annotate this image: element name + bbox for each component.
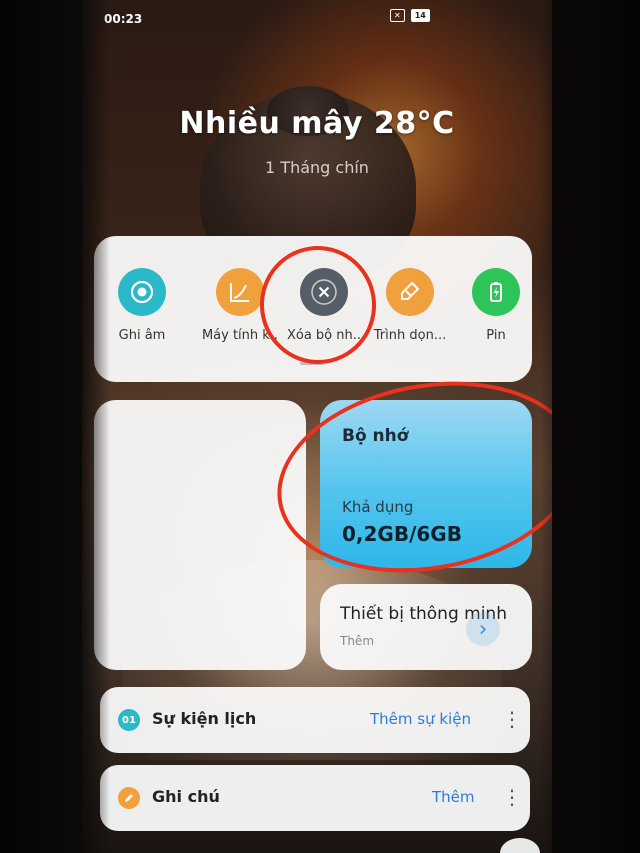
toggle-battery-label: Pin: [486, 328, 506, 343]
notification-indicator: ✕: [390, 9, 405, 22]
blank-widget[interactable]: [94, 400, 306, 670]
smart-devices-widget[interactable]: Thiết bị thông minh Thêm ›: [320, 584, 532, 670]
date-label: 1 Tháng chín: [265, 158, 369, 177]
chevron-right-icon[interactable]: ›: [466, 612, 500, 646]
notes-bar[interactable]: Ghi chú Thêm ⋮: [100, 765, 530, 831]
record-icon: [118, 268, 166, 316]
toggle-cleaner-label: Trình dọn...: [373, 328, 447, 343]
calendar-events-title: Sự kiện lịch: [152, 709, 257, 728]
more-options-icon[interactable]: ⋮: [502, 707, 522, 731]
battery-icon: [472, 268, 520, 316]
smart-devices-subtitle: Thêm: [340, 634, 375, 648]
calculator-icon: [216, 268, 264, 316]
weather-condition[interactable]: Nhiều mây 28°C: [82, 106, 552, 141]
add-event-link[interactable]: Thêm sự kiện: [370, 710, 471, 728]
more-options-icon[interactable]: ⋮: [502, 785, 522, 809]
floating-button[interactable]: [500, 838, 540, 853]
pencil-icon: [118, 787, 140, 809]
phone-screen: 00:23 ✕ 14 Nhiều mây 28°C 1 Tháng chín G…: [82, 0, 552, 853]
add-note-link[interactable]: Thêm: [432, 788, 475, 806]
calendar-events-bar[interactable]: 01 Sự kiện lịch Thêm sự kiện ⋮: [100, 687, 530, 753]
status-icons: ✕ 14: [390, 9, 430, 22]
battery-status-icon: 14: [410, 9, 430, 22]
right-background-shadow: [540, 0, 640, 853]
cleaner-icon: [386, 268, 434, 316]
calendar-icon: 01: [118, 709, 140, 731]
left-background-shadow: [0, 0, 110, 853]
notes-title: Ghi chú: [152, 787, 220, 806]
toggle-battery[interactable]: Pin: [446, 268, 546, 343]
